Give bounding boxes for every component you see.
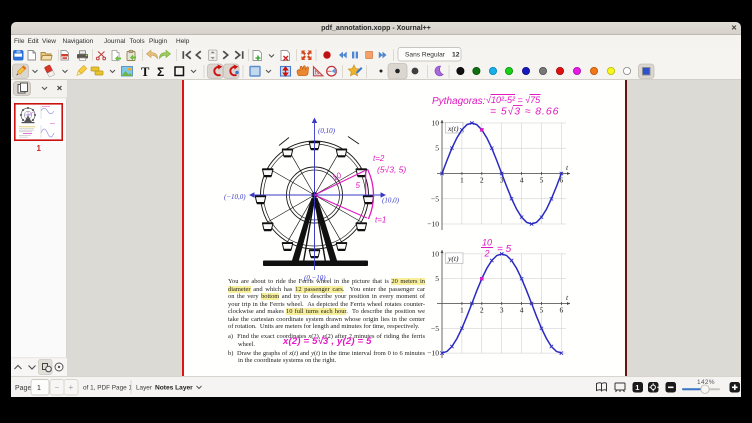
svg-text:+: + [69,383,74,392]
svg-text:= 5: = 5 [497,244,512,255]
svg-text:12: 12 [452,52,460,59]
svg-text:3: 3 [500,306,504,315]
svg-text:√10²-5² = √75: √10²-5² = √75 [486,95,541,105]
svg-text:Sans Regular: Sans Regular [405,52,446,59]
svg-text:10: 10 [482,238,492,248]
svg-text:(−10,0): (−10,0) [224,193,246,201]
svg-text:(0,10): (0,10) [318,127,336,135]
svg-text:−10: −10 [427,349,439,358]
svg-text:x(t): x(t) [447,124,459,133]
svg-text:10: 10 [331,170,344,182]
svg-text:y(t): y(t) [447,254,459,263]
svg-text:Notes Layer: Notes Layer [155,385,193,392]
svg-text:5: 5 [435,274,439,283]
svg-text:2: 2 [484,249,490,259]
svg-text:t: t [566,163,569,172]
svg-text:−: − [55,383,60,392]
svg-text:1: 1 [635,383,639,392]
svg-text:4: 4 [520,306,524,315]
svg-text:10: 10 [431,119,439,128]
svg-text:5: 5 [356,181,361,190]
svg-text:1: 1 [460,176,464,185]
svg-text:1: 1 [37,385,41,392]
svg-text:Layer: Layer [136,385,153,392]
svg-text:10: 10 [431,249,439,258]
svg-text:4: 4 [520,176,524,185]
svg-text:−5: −5 [431,194,439,203]
svg-text:(5√3, 5): (5√3, 5) [377,165,406,175]
svg-text:−5: −5 [431,324,439,333]
svg-text:5: 5 [540,306,544,315]
svg-text:2: 2 [480,176,484,185]
svg-text:−10: −10 [427,220,439,229]
svg-text:Page: Page [15,385,31,392]
svg-text:6: 6 [560,306,564,315]
svg-text:t=1: t=1 [375,216,386,225]
svg-text:Pythagoras:: Pythagoras: [432,96,486,107]
svg-text:t: t [566,293,569,302]
svg-text:= 5√3 ≈ 8.66: = 5√3 ≈ 8.66 [490,106,559,118]
svg-text:of 1, PDF Page 1: of 1, PDF Page 1 [83,385,132,392]
svg-text:5: 5 [540,176,544,185]
svg-text:(10,0): (10,0) [382,197,400,205]
svg-text:Σ: Σ [157,65,164,79]
svg-text:T: T [141,65,150,79]
svg-text:1: 1 [37,144,42,153]
svg-text:2: 2 [480,306,484,315]
svg-text:1: 1 [460,306,464,315]
svg-text:t=2: t=2 [373,154,385,163]
svg-text:5: 5 [435,144,439,153]
